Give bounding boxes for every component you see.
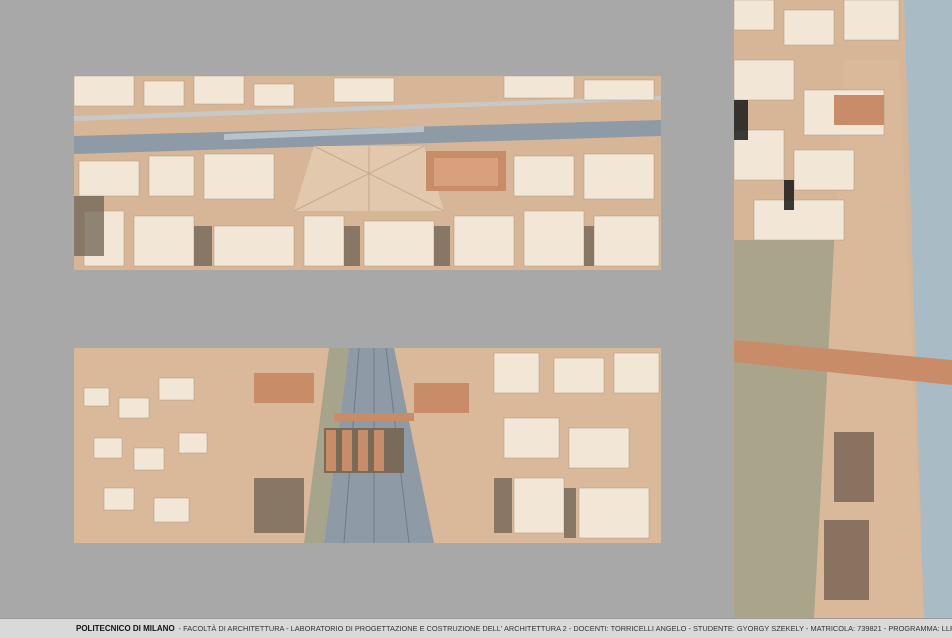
render-aerial-view-top <box>74 76 661 270</box>
render-perspective-view-right <box>734 0 952 618</box>
caption-details: - FACOLTÀ DI ARCHITETTURA - LABORATORIO … <box>178 624 952 633</box>
render-aerial-view-bottom <box>74 348 661 543</box>
school-name: POLITECNICO DI MILANO <box>76 624 175 633</box>
caption-bar: POLITECNICO DI MILANO - FACOLTÀ DI ARCHI… <box>0 618 952 638</box>
